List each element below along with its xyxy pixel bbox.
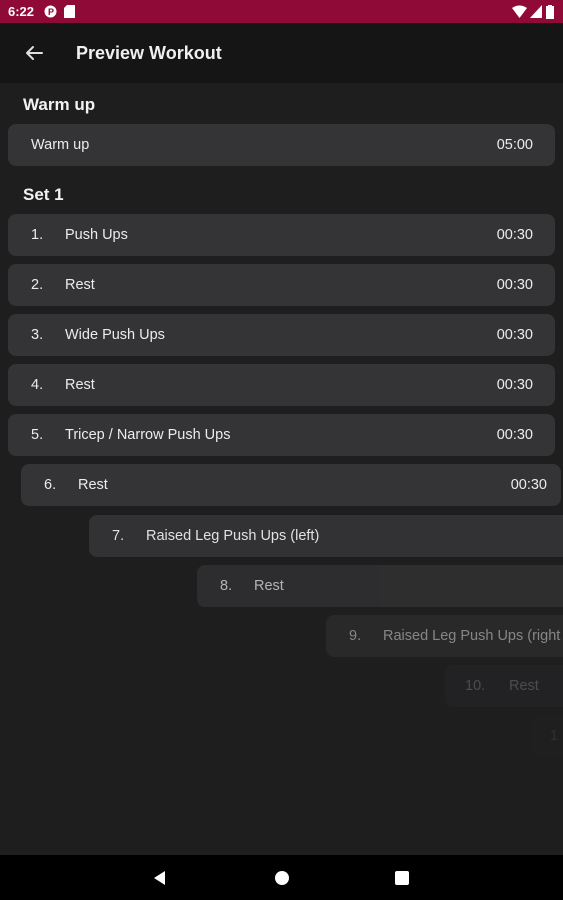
exercise-row[interactable]: 1. Push Ups 00:30 — [8, 214, 555, 256]
svg-text:P: P — [48, 7, 54, 17]
exercise-number: 8. — [220, 578, 233, 594]
warmup-row-name: Warm up — [31, 137, 90, 153]
exercise-name: Rest — [509, 678, 539, 694]
sd-card-icon — [64, 5, 75, 18]
exercise-duration: 00:30 — [496, 227, 533, 243]
wifi-icon — [512, 5, 527, 18]
exercise-number: 5. — [31, 427, 44, 443]
exercise-number: 4. — [31, 377, 44, 393]
exercise-row[interactable]: 10. Rest — [445, 665, 563, 707]
exercise-name: Rest — [78, 477, 108, 493]
status-time: 6:22 — [8, 4, 35, 19]
warmup-row-duration: 05:00 — [496, 137, 533, 153]
exercise-number: 2. — [31, 277, 44, 293]
warmup-section-title: Warm up — [23, 95, 96, 114]
signal-icon — [530, 5, 542, 18]
exercise-name: Tricep / Narrow Push Ups — [65, 427, 231, 443]
exercise-number: 9. — [349, 628, 362, 644]
exercise-name: Raised Leg Push Ups (left) — [146, 528, 320, 544]
exercise-number: 7. — [112, 528, 125, 544]
exercise-row[interactable]: 8. Rest — [197, 565, 563, 607]
exercise-row[interactable]: 2. Rest 00:30 — [8, 264, 555, 306]
nav-back-icon[interactable] — [150, 868, 170, 888]
exercise-name: Rest — [65, 277, 95, 293]
set-1-title: Set 1 — [23, 185, 64, 204]
status-bar: 6:22 P — [0, 0, 563, 23]
exercise-row[interactable]: 1 — [530, 715, 563, 757]
page-title: Preview Workout — [76, 43, 222, 63]
app-bar: Preview Workout — [0, 23, 563, 83]
exercise-number: 1 — [550, 728, 559, 744]
app-notification-icon: P — [44, 5, 57, 18]
exercise-row[interactable]: 4. Rest 00:30 — [8, 364, 555, 406]
exercise-name: Raised Leg Push Ups (right — [383, 628, 561, 644]
exercise-name: Wide Push Ups — [65, 327, 165, 343]
battery-icon — [546, 5, 554, 19]
exercise-duration: 00:30 — [496, 327, 533, 343]
exercise-number: 3. — [31, 327, 44, 343]
back-arrow-icon[interactable] — [20, 39, 48, 67]
exercise-name: Rest — [254, 578, 284, 594]
exercise-duration: 00:30 — [496, 427, 533, 443]
exercise-duration: 00:30 — [496, 277, 533, 293]
exercise-number: 1. — [31, 227, 44, 243]
exercise-duration: 00:30 — [496, 377, 533, 393]
warmup-row[interactable]: Warm up 05:00 — [8, 124, 555, 166]
exercise-duration: 00:30 — [510, 477, 547, 493]
navigation-bar — [0, 855, 563, 900]
exercise-name: Rest — [65, 377, 95, 393]
nav-home-icon[interactable] — [272, 868, 292, 888]
exercise-row[interactable]: 5. Tricep / Narrow Push Ups 00:30 — [8, 414, 555, 456]
exercise-row[interactable]: 7. Raised Leg Push Ups (left) — [89, 515, 563, 557]
exercise-name: Push Ups — [65, 227, 128, 243]
exercise-row[interactable]: 6. Rest 00:30 — [21, 464, 561, 506]
exercise-number: 10. — [465, 678, 486, 694]
exercise-number: 6. — [44, 477, 57, 493]
exercise-row[interactable]: 9. Raised Leg Push Ups (right — [326, 615, 563, 657]
nav-recents-icon[interactable] — [392, 868, 412, 888]
exercise-row[interactable]: 3. Wide Push Ups 00:30 — [8, 314, 555, 356]
